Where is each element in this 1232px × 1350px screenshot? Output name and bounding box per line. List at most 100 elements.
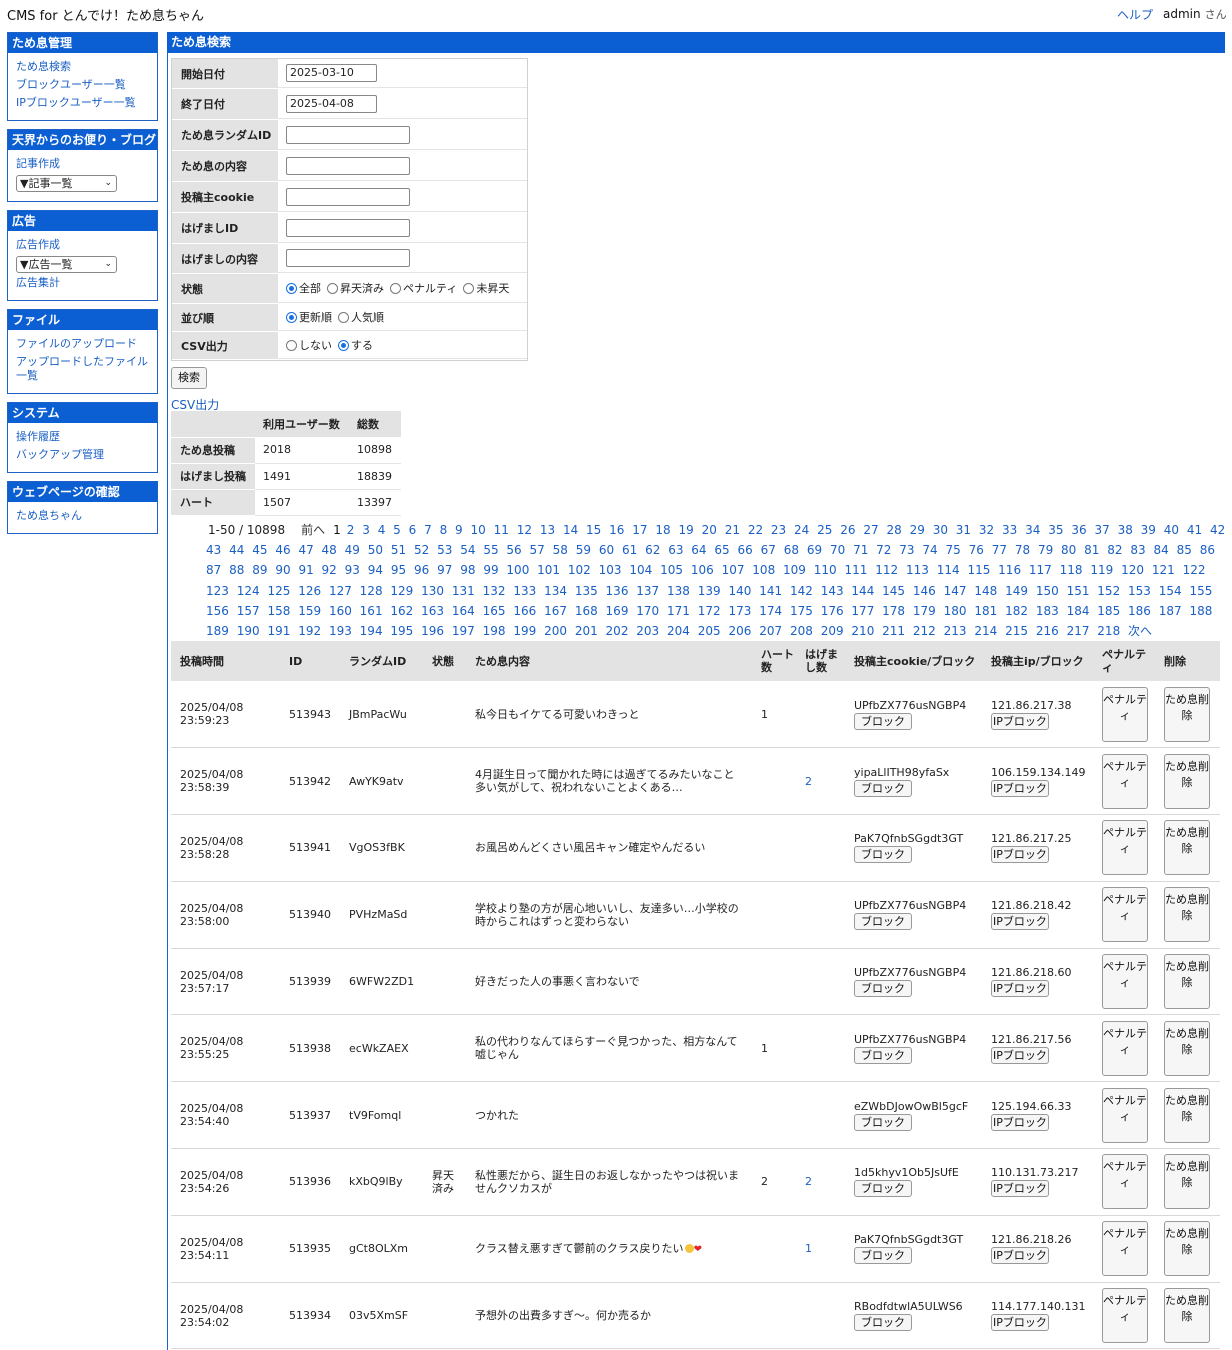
pagination-page-link[interactable]: 166 <box>513 604 536 618</box>
pagination-page-link[interactable]: 192 <box>298 624 321 638</box>
pagination-page-link[interactable]: 111 <box>845 563 868 577</box>
status-option-not-ascended[interactable]: 未昇天 <box>463 280 509 296</box>
pagination-page-link[interactable]: 37 <box>1094 523 1109 537</box>
pagination-page-link[interactable]: 187 <box>1159 604 1182 618</box>
pagination-page-link[interactable]: 164 <box>452 604 475 618</box>
pagination-page-link[interactable]: 147 <box>944 584 967 598</box>
pagination-page-link[interactable]: 56 <box>506 543 521 557</box>
pagination-page-link[interactable]: 155 <box>1190 584 1213 598</box>
pagination-page-link[interactable]: 167 <box>544 604 567 618</box>
pagination-page-link[interactable]: 129 <box>390 584 413 598</box>
pagination-page-link[interactable]: 95 <box>391 563 406 577</box>
pagination-page-link[interactable]: 175 <box>790 604 813 618</box>
pagination-page-link[interactable]: 149 <box>1005 584 1028 598</box>
delete-button[interactable]: ため息削除 <box>1164 686 1210 742</box>
pagination-page-link[interactable]: 134 <box>544 584 567 598</box>
delete-button[interactable]: ため息削除 <box>1164 820 1210 876</box>
end-date-input[interactable]: 2025-04-08 <box>286 94 377 113</box>
pagination-page-link[interactable]: 80 <box>1061 543 1076 557</box>
pagination-page-link[interactable]: 17 <box>632 523 647 537</box>
pagination-page-link[interactable]: 52 <box>414 543 429 557</box>
penalty-button[interactable]: ペナルティ <box>1102 753 1148 809</box>
pagination-page-link[interactable]: 218 <box>1097 624 1120 638</box>
pagination-page-link[interactable]: 43 <box>206 543 221 557</box>
pagination-page-link[interactable]: 47 <box>298 543 313 557</box>
pagination-page-link[interactable]: 201 <box>575 624 598 638</box>
pagination-page-link[interactable]: 34 <box>1025 523 1040 537</box>
pagination-page-link[interactable]: 81 <box>1084 543 1099 557</box>
pagination-page-link[interactable]: 74 <box>922 543 937 557</box>
pagination-page-link[interactable]: 82 <box>1107 543 1122 557</box>
start-date-input[interactable]: 2025-03-10 <box>286 64 377 82</box>
pagination-page-link[interactable]: 128 <box>360 584 383 598</box>
pagination-page-link[interactable]: 86 <box>1200 543 1215 557</box>
pagination-page-link[interactable]: 123 <box>206 584 229 598</box>
pagination-page-link[interactable]: 32 <box>979 523 994 537</box>
pagination-page-link[interactable]: 184 <box>1067 604 1090 618</box>
pagination-page-link[interactable]: 73 <box>899 543 914 557</box>
pagination-page-link[interactable]: 197 <box>452 624 475 638</box>
pagination-page-link[interactable]: 189 <box>206 624 229 638</box>
pagination-page-link[interactable]: 38 <box>1118 523 1133 537</box>
pagination-page-link[interactable]: 49 <box>345 543 360 557</box>
ip-block-button[interactable]: IPブロック <box>991 1046 1049 1064</box>
pagination-page-link[interactable]: 54 <box>460 543 475 557</box>
pagination-page-link[interactable]: 40 <box>1164 523 1179 537</box>
penalty-button[interactable]: ペナルティ <box>1102 1221 1148 1277</box>
pagination-page-link[interactable]: 209 <box>821 624 844 638</box>
pagination-page-link[interactable]: 178 <box>882 604 905 618</box>
pagination-page-link[interactable]: 200 <box>544 624 567 638</box>
delete-button[interactable]: ため息削除 <box>1164 954 1210 1010</box>
pagination-page-link[interactable]: 69 <box>807 543 822 557</box>
pagination-page-link[interactable]: 114 <box>937 563 960 577</box>
pagination-page-link[interactable]: 15 <box>586 523 601 537</box>
sidebar-item-create-ad[interactable]: 広告作成 <box>16 238 149 252</box>
pagination-page-link[interactable]: 29 <box>910 523 925 537</box>
pagination-page-link[interactable]: 203 <box>636 624 659 638</box>
pagination-page-link[interactable]: 60 <box>599 543 614 557</box>
pagination-page-link[interactable]: 110 <box>814 563 837 577</box>
pagination-page-link[interactable]: 119 <box>1090 563 1113 577</box>
pagination-page-link[interactable]: 76 <box>969 543 984 557</box>
pagination-page-link[interactable]: 16 <box>609 523 624 537</box>
pagination-page-link[interactable]: 109 <box>783 563 806 577</box>
pagination-page-link[interactable]: 153 <box>1128 584 1151 598</box>
pagination-page-link[interactable]: 2 <box>347 523 355 537</box>
pagination-page-link[interactable]: 211 <box>882 624 905 638</box>
pagination-page-link[interactable]: 144 <box>851 584 874 598</box>
cookie-input[interactable] <box>286 187 410 206</box>
pagination-page-link[interactable]: 117 <box>1029 563 1052 577</box>
pagination-page-link[interactable]: 157 <box>237 604 260 618</box>
pagination-page-link[interactable]: 162 <box>390 604 413 618</box>
pagination-page-link[interactable]: 113 <box>906 563 929 577</box>
pagination-page-link[interactable]: 79 <box>1038 543 1053 557</box>
pagination-page-link[interactable]: 57 <box>530 543 545 557</box>
pagination-page-link[interactable]: 9 <box>455 523 463 537</box>
sidebar-item-create-article[interactable]: 記事作成 <box>16 157 149 171</box>
penalty-button[interactable]: ペナルティ <box>1102 1087 1148 1143</box>
pagination-page-link[interactable]: 53 <box>437 543 452 557</box>
pagination-page-link[interactable]: 151 <box>1067 584 1090 598</box>
pagination-page-link[interactable]: 27 <box>863 523 878 537</box>
pagination-page-link[interactable]: 67 <box>761 543 776 557</box>
block-button[interactable]: ブロック <box>854 1247 912 1265</box>
pagination-page-link[interactable]: 94 <box>368 563 383 577</box>
sidebar-item-tameiki-chan[interactable]: ため息ちゃん <box>16 509 149 523</box>
pagination-page-link[interactable]: 11 <box>494 523 509 537</box>
delete-button[interactable]: ため息削除 <box>1164 1020 1210 1076</box>
pagination-page-link[interactable]: 93 <box>345 563 360 577</box>
pagination-page-link[interactable]: 4 <box>378 523 386 537</box>
pagination-page-link[interactable]: 28 <box>886 523 901 537</box>
pagination-page-link[interactable]: 61 <box>622 543 637 557</box>
pagination-page-link[interactable]: 59 <box>576 543 591 557</box>
pagination-page-link[interactable]: 196 <box>421 624 444 638</box>
sidebar-item-file-upload[interactable]: ファイルのアップロード <box>16 337 149 351</box>
pagination-page-link[interactable]: 170 <box>636 604 659 618</box>
pagination-page-link[interactable]: 145 <box>882 584 905 598</box>
block-button[interactable]: ブロック <box>854 1180 912 1198</box>
pagination-page-link[interactable]: 64 <box>691 543 706 557</box>
pagination-page-link[interactable]: 50 <box>368 543 383 557</box>
pagination-page-link[interactable]: 136 <box>606 584 629 598</box>
pagination-page-link[interactable]: 108 <box>752 563 775 577</box>
pagination-page-link[interactable]: 7 <box>424 523 432 537</box>
